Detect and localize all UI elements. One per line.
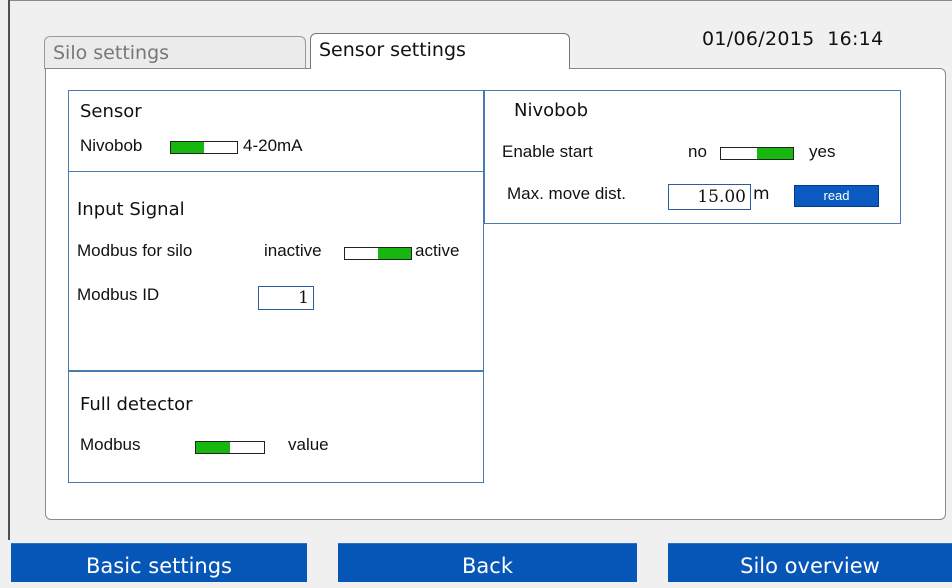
nivobob-title: Nivobob [514,100,588,121]
sensor-section: Sensor Nivobob 4-20mA [68,90,484,172]
enable-start-yes-label: yes [809,142,836,161]
tab-sensor-settings[interactable]: Sensor settings [310,33,570,69]
max-move-dist-input[interactable]: 15.00 [668,184,751,210]
toggle-fill [196,442,230,453]
full-detector-title: Full detector [80,394,193,415]
max-move-dist-unit: m [753,184,770,204]
sensor-title: Sensor [80,101,142,122]
full-detector-option-modbus: Modbus [80,435,141,454]
date-text: 01/06/2015 [702,28,815,50]
silo-overview-button[interactable]: Silo overview [668,543,952,582]
full-detector-toggle[interactable] [195,441,265,454]
enable-start-label: Enable start [502,142,593,161]
modbus-inactive-label: inactive [264,241,322,260]
modbus-id-label: Modbus ID [77,285,160,304]
modbus-for-silo-toggle[interactable] [344,247,412,260]
full-detector-option-value: value [288,435,329,454]
tab-silo-settings-label: Silo settings [53,42,170,64]
input-signal-section: Input Signal Modbus for silo inactive ac… [68,171,484,371]
toggle-fill [171,142,204,153]
enable-start-no-label: no [688,142,707,161]
sensor-type-toggle[interactable] [170,141,238,154]
nivobob-section: Nivobob Enable start no yes Max. move di… [484,90,901,224]
max-move-dist-label: Max. move dist. [507,184,627,203]
full-detector-section: Full detector Modbus value [68,371,484,483]
read-button[interactable]: read [794,185,879,207]
time-text: 16:14 [827,28,884,50]
tab-sensor-settings-label: Sensor settings [319,39,466,61]
modbus-for-silo-label: Modbus for silo [77,241,193,260]
back-button[interactable]: Back [338,543,637,582]
sensor-option-nivobob: Nivobob [80,136,143,155]
settings-panel: Sensor Nivobob 4-20mA Input Signal Modbu… [45,68,946,520]
sensor-option-4-20ma: 4-20mA [243,136,303,155]
modbus-id-input[interactable]: 1 [258,286,314,310]
window-top-border [8,0,952,1]
datetime-display: 01/06/2015 16:14 [702,28,883,50]
input-signal-title: Input Signal [77,199,185,220]
modbus-active-label: active [415,241,460,260]
window-left-border [8,0,10,540]
toggle-fill [757,148,793,159]
enable-start-toggle[interactable] [720,147,794,160]
tab-silo-settings[interactable]: Silo settings [44,36,306,69]
basic-settings-button[interactable]: Basic settings [11,543,307,582]
toggle-fill [378,248,411,259]
